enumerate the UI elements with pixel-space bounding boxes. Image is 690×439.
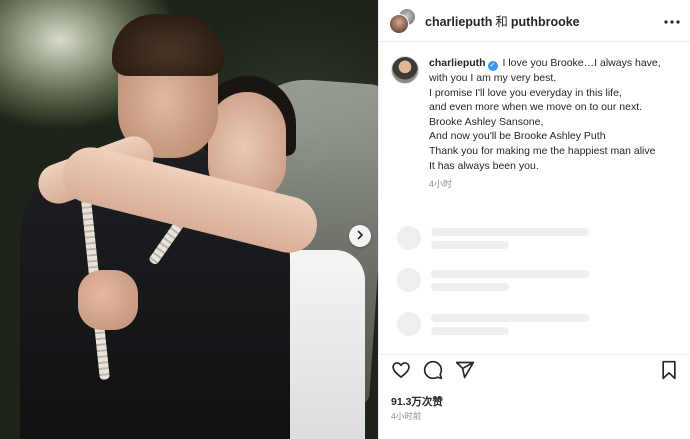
more-options-button[interactable]	[664, 12, 680, 30]
post-authors: charlieputh 和 puthbrooke	[425, 11, 664, 30]
skeleton-lines	[431, 227, 589, 249]
more-horizontal-icon	[664, 12, 680, 29]
comment-icon	[423, 360, 443, 385]
post-photo[interactable]	[0, 0, 378, 439]
post-caption: charlieputh ✓ I love you Brooke…I always …	[379, 42, 690, 192]
verified-badge-icon: ✓	[487, 61, 498, 71]
skeleton-avatar	[397, 312, 421, 336]
photo-hand-man	[78, 270, 138, 330]
photo-hair-man	[112, 14, 224, 76]
author-connector: 和	[495, 15, 508, 29]
caption-body: charlieputh ✓ I love you Brooke…I always …	[429, 56, 661, 192]
save-button[interactable]	[657, 360, 681, 385]
comment-skeleton	[379, 312, 607, 336]
author-link-2[interactable]: puthbrooke	[511, 15, 580, 29]
post-side-panel: charlieputh 和 puthbrooke charlieputh ✓ I lo…	[378, 0, 690, 439]
post-header: charlieputh 和 puthbrooke	[379, 0, 690, 42]
action-bar	[379, 354, 690, 390]
skeleton-lines	[431, 269, 589, 291]
heart-icon	[391, 360, 411, 385]
caption-text-1: with you I am my very best.	[429, 72, 557, 84]
caption-text-5: And now you'll be Brooke Ashley Puth	[429, 130, 606, 143]
comment-button[interactable]	[421, 360, 445, 385]
skeleton-avatar	[397, 268, 421, 292]
collab-avatars[interactable]	[389, 7, 416, 34]
caption-username[interactable]: charlieputh	[429, 57, 486, 69]
caption-text-0: I love you Brooke…I always have,	[502, 57, 661, 69]
skeleton-avatar	[397, 226, 421, 250]
skeleton-lines	[431, 313, 589, 335]
caption-line-1: charlieputh ✓ I love you Brooke…I always …	[429, 56, 661, 71]
share-button[interactable]	[453, 361, 477, 385]
bookmark-icon	[660, 360, 678, 385]
like-button[interactable]	[389, 361, 413, 385]
author-link-1[interactable]: charlieputh	[425, 15, 492, 29]
comment-skeleton	[379, 268, 607, 292]
caption-text-4: Brooke Ashley Sansone,	[429, 115, 544, 128]
caption-text-7: It has always been you.	[429, 159, 539, 172]
caption-text-2: I promise I'll love you everyday in this…	[429, 86, 622, 99]
comment-skeleton	[379, 226, 607, 250]
next-photo-button[interactable]	[349, 225, 371, 247]
caption-text-3: and even more when we move on to our nex…	[429, 101, 643, 114]
caption-avatar[interactable]	[391, 56, 419, 84]
avatar-charlieputh	[389, 13, 409, 34]
share-icon	[455, 360, 475, 385]
like-count[interactable]: 91.3万次赞	[391, 394, 443, 409]
caption-time: 4小时	[429, 179, 453, 190]
chevron-right-icon	[355, 227, 365, 245]
caption-text-6: Thank you for making me the happiest man…	[429, 144, 656, 157]
post-timestamp[interactable]: 4小时前	[391, 410, 421, 422]
